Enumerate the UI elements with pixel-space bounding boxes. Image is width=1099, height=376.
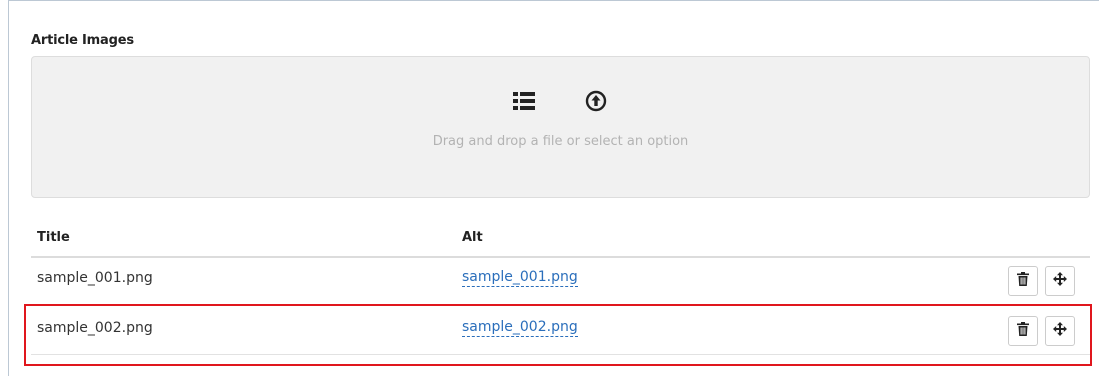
table-row: sample_002.png sample_002.png [31,308,1090,355]
trash-icon [1017,272,1029,290]
image-title: sample_002.png [37,320,153,336]
trash-icon [1017,322,1029,340]
delete-button[interactable] [1008,316,1038,346]
list-icon[interactable] [512,89,536,113]
image-title: sample_001.png [37,270,153,286]
column-header-title: Title [37,230,70,245]
move-button[interactable] [1045,266,1075,296]
images-table-header: Title Alt [31,220,1090,258]
section-title: Article Images [31,33,134,48]
image-alt-editable[interactable]: sample_002.png [462,319,578,337]
upload-circle-icon[interactable] [584,89,608,113]
move-button[interactable] [1045,316,1075,346]
image-dropzone[interactable]: Drag and drop a file or select an option [31,56,1090,198]
image-alt-editable[interactable]: sample_001.png [462,269,578,287]
move-icon [1053,322,1067,340]
move-icon [1053,272,1067,290]
column-header-alt: Alt [462,230,483,245]
table-row: sample_001.png sample_001.png [31,258,1090,305]
delete-button[interactable] [1008,266,1038,296]
dropzone-hint: Drag and drop a file or select an option [432,134,689,149]
